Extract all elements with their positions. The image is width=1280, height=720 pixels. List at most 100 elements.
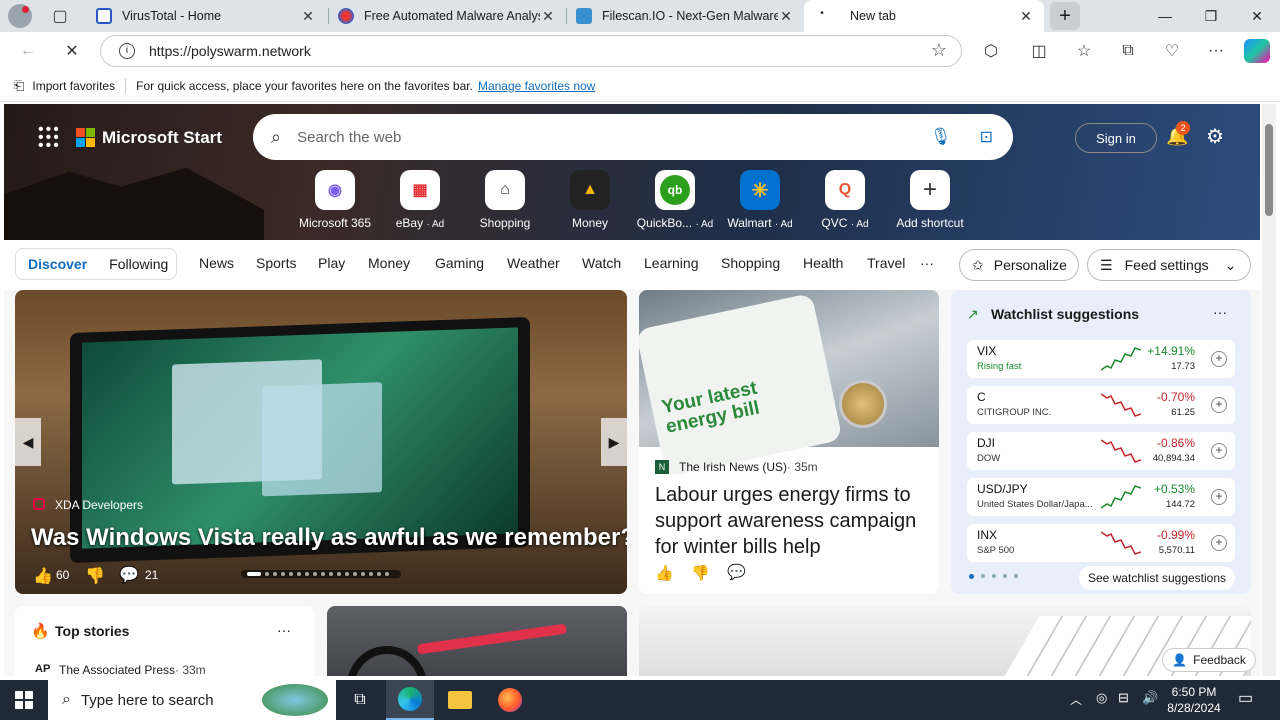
- story-source[interactable]: The Associated Press: [59, 663, 175, 676]
- story-headline[interactable]: Labour urges energy firms to support awa…: [655, 482, 931, 560]
- like-icon[interactable]: 👍: [33, 566, 53, 586]
- watchlist-item[interactable]: DJI DOW -0.86% 40,894.34 +: [967, 432, 1235, 470]
- close-tab-icon[interactable]: ✕: [778, 8, 794, 25]
- story-source[interactable]: XDA Developers: [55, 498, 143, 512]
- add-shortcut-button[interactable]: + Add shortcut: [885, 170, 975, 230]
- collections-icon[interactable]: ⧉: [1112, 35, 1144, 67]
- like-icon[interactable]: 👍: [655, 564, 674, 582]
- microphone-icon[interactable]: 🎙: [930, 127, 952, 147]
- nav-gaming[interactable]: Gaming: [435, 255, 484, 271]
- taskbar-search-box[interactable]: ⌕ Type here to search: [48, 680, 336, 720]
- file-explorer-button[interactable]: [436, 680, 484, 720]
- edge-taskbar-button[interactable]: [386, 680, 434, 720]
- add-to-watchlist-icon[interactable]: +: [1211, 397, 1227, 413]
- shortcut-money[interactable]: ▲ Money: [545, 170, 635, 230]
- watchlist-item[interactable]: USD/JPY United States Dollar/Japa... +0.53…: [967, 478, 1235, 516]
- minimize-button[interactable]: —: [1142, 0, 1188, 32]
- shortcut-shopping[interactable]: ⌂ Shopping: [460, 170, 550, 230]
- copilot-icon[interactable]: [1244, 39, 1270, 63]
- nav-watch[interactable]: Watch: [582, 255, 621, 271]
- settings-more-icon[interactable]: ···: [1200, 35, 1232, 67]
- browser-essentials-icon[interactable]: ♡: [1156, 35, 1188, 67]
- restore-button[interactable]: ❐: [1188, 0, 1234, 32]
- hero-story-card[interactable]: ◀ ▶ XDA Developers Was Windows Vista rea…: [15, 290, 627, 594]
- nav-sports[interactable]: Sports: [256, 255, 296, 271]
- visual-search-icon[interactable]: ⊡: [980, 127, 993, 147]
- nav-learning[interactable]: Learning: [644, 255, 699, 271]
- comment-icon[interactable]: 💬: [727, 563, 746, 581]
- add-to-watchlist-icon[interactable]: +: [1211, 443, 1227, 459]
- nav-shopping[interactable]: Shopping: [721, 255, 780, 271]
- watchlist-item[interactable]: VIX Rising fast +14.91% 17.73 +: [967, 340, 1235, 378]
- personalize-button[interactable]: ✩ Personalize: [959, 249, 1079, 281]
- page-scrollbar[interactable]: [1262, 104, 1276, 676]
- tab-virustotal[interactable]: VirusTotal - Home ✕: [86, 0, 326, 32]
- new-tab-button[interactable]: +: [1050, 2, 1080, 30]
- search-input[interactable]: Search the web: [297, 129, 930, 146]
- tab-actions-icon[interactable]: ▢: [44, 0, 76, 32]
- scrollbar-thumb[interactable]: [1265, 124, 1273, 216]
- tab-discover[interactable]: Discover: [28, 256, 87, 272]
- watchlist-item[interactable]: INX S&P 500 -0.99% 5,570.11 +: [967, 524, 1235, 562]
- close-tab-icon[interactable]: ✕: [540, 8, 556, 25]
- tab-new-tab[interactable]: • New tab ✕: [804, 0, 1044, 32]
- notification-center-icon[interactable]: ▭: [1238, 688, 1253, 708]
- site-info-icon[interactable]: i: [119, 43, 135, 59]
- nav-money[interactable]: Money: [368, 255, 410, 271]
- watchlist-pager-dots[interactable]: [969, 574, 1018, 579]
- close-tab-icon[interactable]: ✕: [300, 8, 316, 25]
- nav-travel[interactable]: Travel: [867, 255, 905, 271]
- bike-story-card[interactable]: [327, 606, 627, 676]
- stop-loading-icon[interactable]: ✕: [56, 35, 88, 67]
- brand-title[interactable]: Microsoft Start: [102, 128, 222, 148]
- page-settings-gear-icon[interactable]: ⚙: [1206, 124, 1224, 149]
- keyboard-story-card[interactable]: [639, 606, 1251, 676]
- network-icon[interactable]: ⊟: [1118, 690, 1129, 706]
- apps-launcher-icon[interactable]: ••• ••• •••: [38, 122, 61, 154]
- top-stories-more-icon[interactable]: ···: [277, 622, 291, 638]
- shortcut-walmart[interactable]: ✳ Walmart · Ad: [715, 170, 805, 230]
- volume-icon[interactable]: 🔊: [1142, 690, 1158, 706]
- close-tab-icon[interactable]: ✕: [1018, 8, 1034, 25]
- feed-settings-button[interactable]: ☰ Feed settings ⌄: [1087, 249, 1251, 281]
- web-search-box[interactable]: ⌕ Search the web 🎙 ⊡: [253, 114, 1013, 160]
- shortcut-qvc[interactable]: Q QVC · Ad: [800, 170, 890, 230]
- feedback-button[interactable]: 👤 Feedback: [1162, 648, 1256, 672]
- nav-health[interactable]: Health: [803, 255, 843, 271]
- favorites-icon[interactable]: ☆: [1068, 35, 1100, 67]
- favorite-star-icon[interactable]: ☆: [931, 40, 947, 61]
- comment-icon[interactable]: 💬: [119, 565, 139, 585]
- split-screen-icon[interactable]: ◫: [1023, 35, 1055, 67]
- nav-news[interactable]: News: [199, 255, 234, 271]
- add-to-watchlist-icon[interactable]: +: [1211, 351, 1227, 367]
- task-view-icon[interactable]: ⧉: [336, 680, 384, 720]
- carousel-dots[interactable]: [241, 570, 401, 578]
- add-to-watchlist-icon[interactable]: +: [1211, 489, 1227, 505]
- dislike-icon[interactable]: 👎: [85, 566, 105, 586]
- firefox-button[interactable]: [486, 680, 534, 720]
- show-hidden-icons-chevron-icon[interactable]: ︿: [1070, 691, 1082, 708]
- story-headline[interactable]: Was Windows Vista really as awful as we …: [31, 524, 627, 552]
- shortcut-quickbooks[interactable]: qb QuickBo... · Ad: [630, 170, 720, 230]
- clock[interactable]: 6:50 PM 8/28/2024: [1166, 684, 1222, 716]
- dislike-icon[interactable]: 👎: [691, 564, 710, 582]
- profile-avatar[interactable]: [8, 4, 32, 28]
- story-source[interactable]: The Irish News (US): [679, 460, 787, 474]
- address-bar[interactable]: i https://polyswarm.network ☆: [100, 35, 962, 67]
- tab-filescan[interactable]: Filescan.IO - Next-Gen Malware Analysis …: [566, 0, 804, 32]
- close-window-button[interactable]: ✕: [1234, 0, 1280, 32]
- shortcut-ebay[interactable]: ▦ eBay · Ad: [375, 170, 465, 230]
- import-favorites-link[interactable]: Import favorites: [32, 79, 115, 93]
- url-text[interactable]: https://polyswarm.network: [149, 43, 311, 59]
- sign-in-button[interactable]: Sign in: [1075, 123, 1157, 153]
- taskbar-search-input[interactable]: Type here to search: [81, 692, 214, 709]
- watchlist-more-icon[interactable]: ···: [1213, 304, 1227, 320]
- extensions-icon[interactable]: ⬡: [975, 35, 1007, 67]
- tab-malware-analysis[interactable]: Free Automated Malware Analysis ✕: [328, 0, 566, 32]
- back-icon[interactable]: ←: [12, 35, 44, 67]
- carousel-next-button[interactable]: ▶: [601, 418, 627, 466]
- tab-following[interactable]: Following: [109, 256, 168, 272]
- watchlist-item[interactable]: C CITIGROUP INC. -0.70% 61.25 +: [967, 386, 1235, 424]
- device-icon[interactable]: ◎: [1096, 690, 1107, 706]
- see-watchlist-suggestions-button[interactable]: See watchlist suggestions: [1079, 566, 1235, 590]
